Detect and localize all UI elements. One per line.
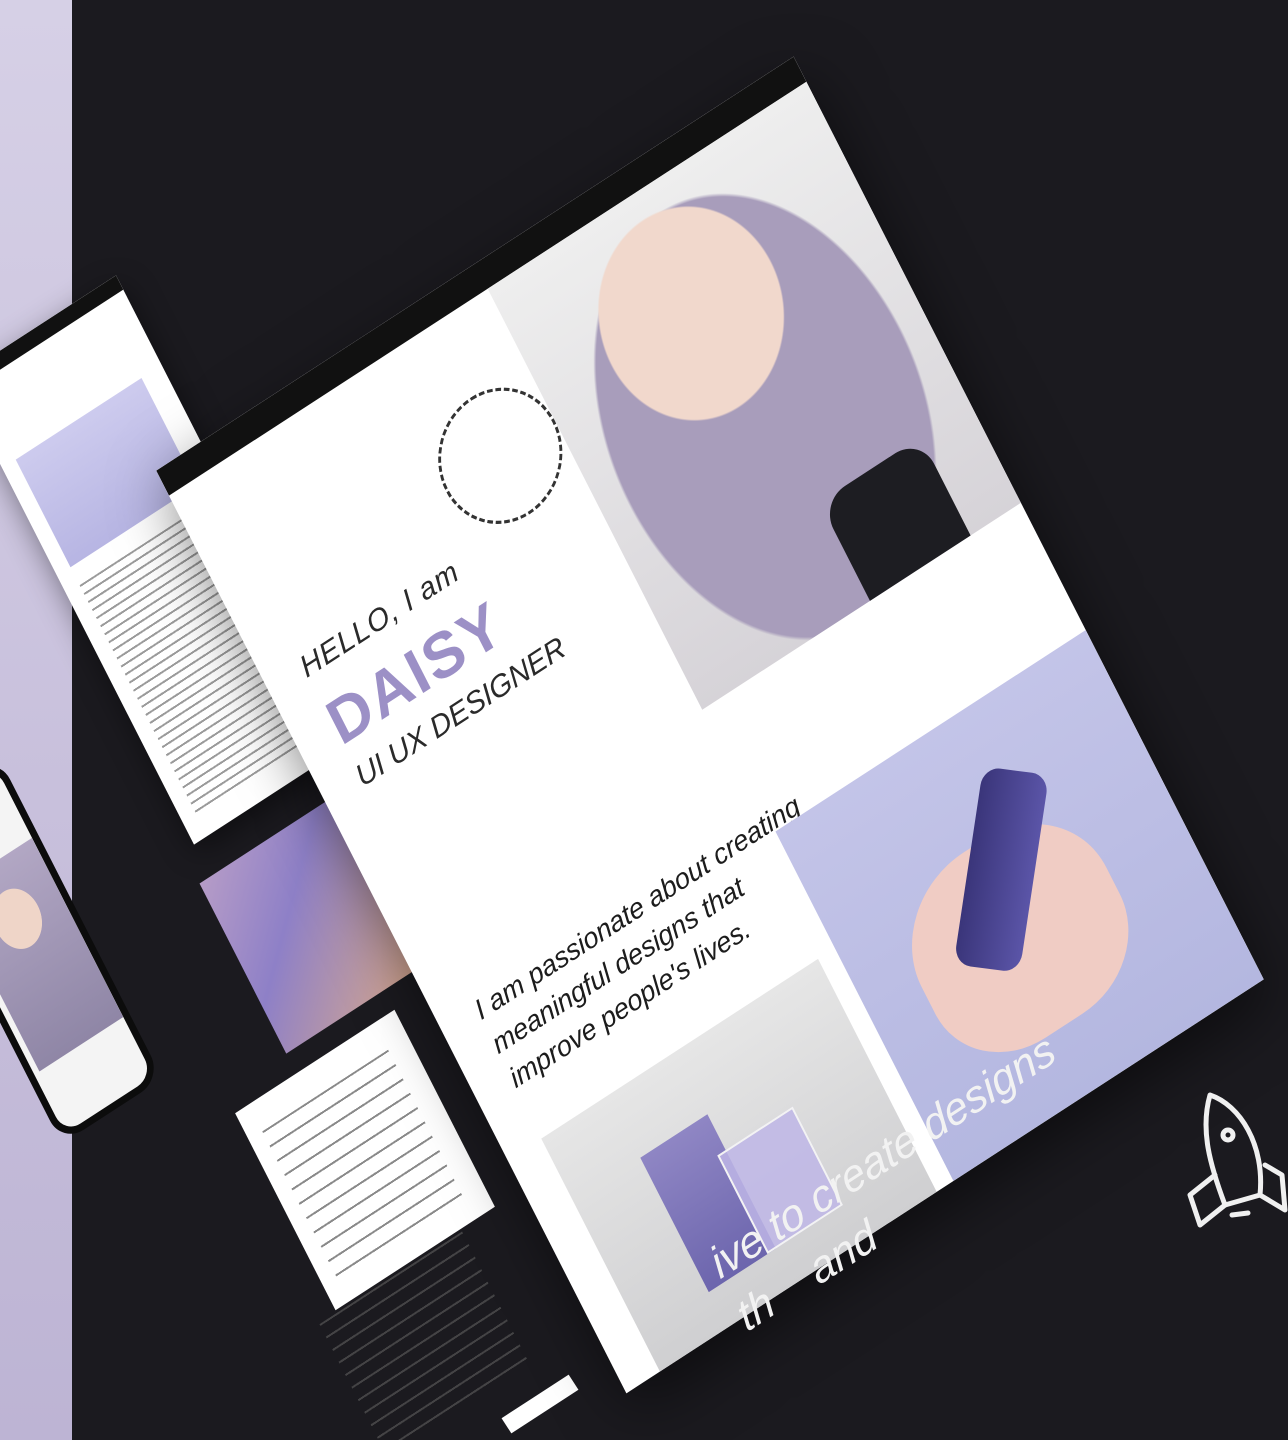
rocket-icon [1187,1092,1288,1228]
hero-portrait [487,81,1021,710]
showcase-scene: HELLO, I am DAISY UI UX DESIGNER I am pa… [0,0,1288,1440]
lavender-strip [0,0,72,1440]
portrait-shirt [819,436,971,601]
white-bar [501,1374,579,1434]
